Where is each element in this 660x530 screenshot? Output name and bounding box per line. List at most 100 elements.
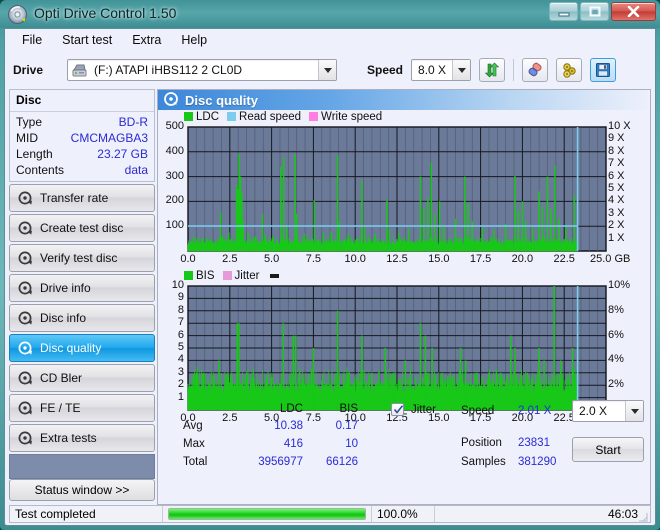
disc-mid-label: MID bbox=[16, 131, 38, 145]
disc-mid-value: CMCMAGBA3 bbox=[70, 131, 148, 145]
disc-row-contents: Contents data bbox=[10, 162, 154, 178]
maximize-button[interactable] bbox=[580, 2, 609, 21]
sidebar-item-transfer-rate[interactable]: Transfer rate bbox=[9, 184, 155, 212]
disc-length-label: Length bbox=[16, 147, 53, 161]
stat-ldc-total: 3956977 bbox=[258, 456, 303, 468]
disc-quality-icon bbox=[164, 91, 178, 109]
disc-info-icon bbox=[18, 281, 33, 296]
status-bar: Test completed 100.0% 46:03 bbox=[9, 505, 651, 523]
legend-top-chart: LDC Read speed Write speed bbox=[184, 110, 650, 123]
nav-list: Transfer rate Create test disc Verify test… bbox=[9, 184, 155, 452]
sidebar-item-label: Disc info bbox=[40, 311, 87, 325]
resize-grip-icon[interactable] bbox=[638, 511, 648, 522]
legend-swatch-ldc bbox=[184, 112, 193, 121]
y2-axis-tick: 8 X bbox=[608, 144, 625, 157]
y-axis-tick: 7 bbox=[177, 316, 184, 329]
drive-select[interactable]: (F:) ATAPI iHBS112 2 CL0D bbox=[67, 59, 337, 81]
menu-item-extra[interactable]: Extra bbox=[123, 30, 170, 50]
disc-info2-icon bbox=[18, 311, 33, 326]
legend-item: Read speed bbox=[227, 111, 301, 123]
menu-item-help[interactable]: Help bbox=[172, 30, 216, 50]
test-speed-value: 2.0 X bbox=[579, 404, 608, 418]
stat-bis-avg: 0.17 bbox=[335, 420, 358, 432]
y-axis-tick: 400 bbox=[165, 144, 184, 157]
panel-header: Disc quality bbox=[158, 90, 650, 110]
eraser-icon bbox=[528, 62, 542, 76]
stat-ldc-avg: 10.38 bbox=[274, 420, 303, 432]
y2-axis-tick: 4 X bbox=[608, 194, 625, 207]
body: Disc Type BD-R MID CMCMAGBA3 Length 23.2 bbox=[5, 89, 655, 505]
sidebar-item-disc-info[interactable]: Disc info bbox=[9, 304, 155, 332]
disc-speed-icon bbox=[18, 191, 33, 206]
chevron-down-icon[interactable] bbox=[625, 401, 643, 421]
x-axis-tick: 25.0 GB bbox=[590, 253, 631, 265]
y-axis-tick: 1 bbox=[177, 390, 184, 403]
sidebar-item-drive-info[interactable]: Drive info bbox=[9, 274, 155, 302]
sidebar-item-label: Transfer rate bbox=[40, 191, 109, 205]
speed-stat-value: 2.01 X bbox=[518, 405, 552, 417]
tools-icon bbox=[562, 62, 576, 78]
chevron-down-icon[interactable] bbox=[452, 60, 471, 80]
x-axis-tick: 7.5 bbox=[305, 253, 322, 265]
sidebar-item-create-test-disc[interactable]: Create test disc bbox=[9, 214, 155, 242]
window-controls bbox=[549, 2, 656, 21]
sidebar-item-label: FE / TE bbox=[40, 401, 81, 415]
status-window-button[interactable]: Status window >> bbox=[9, 479, 155, 501]
legend-label: Read speed bbox=[239, 110, 302, 123]
legend-label: BIS bbox=[196, 269, 215, 282]
jitter-checkbox[interactable] bbox=[391, 403, 404, 416]
disc-row-type: Type BD-R bbox=[10, 114, 154, 130]
disc-contents-value: data bbox=[124, 163, 148, 177]
minimize-button[interactable] bbox=[549, 2, 578, 21]
sidebar-item-fe-te[interactable]: FE / TE bbox=[9, 394, 155, 422]
legend-swatch-read-speed bbox=[227, 112, 237, 121]
y-axis-tick: 200 bbox=[165, 194, 184, 207]
x-axis-tick: 12.5 bbox=[386, 253, 408, 265]
progress-bar bbox=[168, 508, 366, 520]
y-axis-tick: 100 bbox=[165, 219, 184, 232]
tools-button[interactable] bbox=[556, 58, 583, 82]
test-speed-select[interactable]: 2.0 X bbox=[572, 400, 644, 422]
samples-stat-label: Samples bbox=[461, 456, 506, 468]
start-button[interactable]: Start bbox=[572, 437, 644, 462]
chevron-down-icon[interactable] bbox=[318, 60, 336, 80]
x-axis-tick: 20.0 bbox=[511, 253, 534, 265]
elapsed-time: 46:03 bbox=[607, 507, 638, 521]
menu-item-start-test[interactable]: Start test bbox=[53, 30, 121, 50]
position-stat-label: Position bbox=[461, 437, 502, 449]
top-chart: 100 200 300 400 500 1 X2 X3 X4 X5 X6 X7 X8 X9… bbox=[158, 120, 651, 267]
app-icon bbox=[8, 5, 27, 24]
panel-title: Disc quality bbox=[185, 92, 258, 108]
sidebar-filler bbox=[9, 454, 155, 479]
disc-type-label: Type bbox=[16, 115, 43, 129]
menu-item-file[interactable]: File bbox=[13, 30, 51, 50]
sidebar-item-cd-bler[interactable]: CD Bler bbox=[9, 364, 155, 392]
refresh-button[interactable] bbox=[479, 58, 506, 82]
disc-box-title: Disc bbox=[10, 90, 154, 112]
legend-bottom-chart: BIS Jitter bbox=[184, 269, 650, 282]
x-axis-tick: 5.0 bbox=[263, 253, 280, 265]
y2-axis-tick: 7 X bbox=[608, 157, 625, 170]
menu-bar: File Start test Extra Help bbox=[5, 29, 655, 51]
toolbar: Drive (F:) ATAPI iHBS112 2 CL0D Speed 8.… bbox=[5, 51, 655, 89]
legend-label: Write speed bbox=[321, 110, 383, 123]
y2-axis-tick: 9 X bbox=[608, 132, 625, 145]
x-axis-tick: 15.0 bbox=[428, 253, 450, 265]
save-button[interactable] bbox=[590, 58, 617, 82]
sidebar-item-disc-quality[interactable]: Disc quality bbox=[9, 334, 155, 362]
save-icon bbox=[596, 63, 611, 77]
y2-axis-tick: 10 X bbox=[608, 120, 631, 132]
close-button[interactable] bbox=[611, 2, 656, 21]
disc-create-icon bbox=[18, 221, 33, 236]
y-axis-tick: 10 bbox=[171, 279, 184, 291]
erase-button[interactable] bbox=[522, 58, 549, 82]
sidebar-item-extra-tests[interactable]: Extra tests bbox=[9, 424, 155, 452]
sidebar-item-verify-test-disc[interactable]: Verify test disc bbox=[9, 244, 155, 272]
client-area: File Start test Extra Help Drive (F:) AT… bbox=[4, 28, 656, 526]
stats-panel: Avg Max Total LDC BIS 10.38 416 3956977 … bbox=[158, 400, 650, 504]
y2-axis-tick: 2 X bbox=[608, 219, 625, 232]
y-axis-tick: 8 bbox=[177, 303, 184, 316]
speed-select[interactable]: 8.0 X bbox=[411, 59, 472, 81]
y2-axis-tick: 10% bbox=[608, 279, 631, 291]
speed-value: 8.0 X bbox=[418, 63, 447, 77]
